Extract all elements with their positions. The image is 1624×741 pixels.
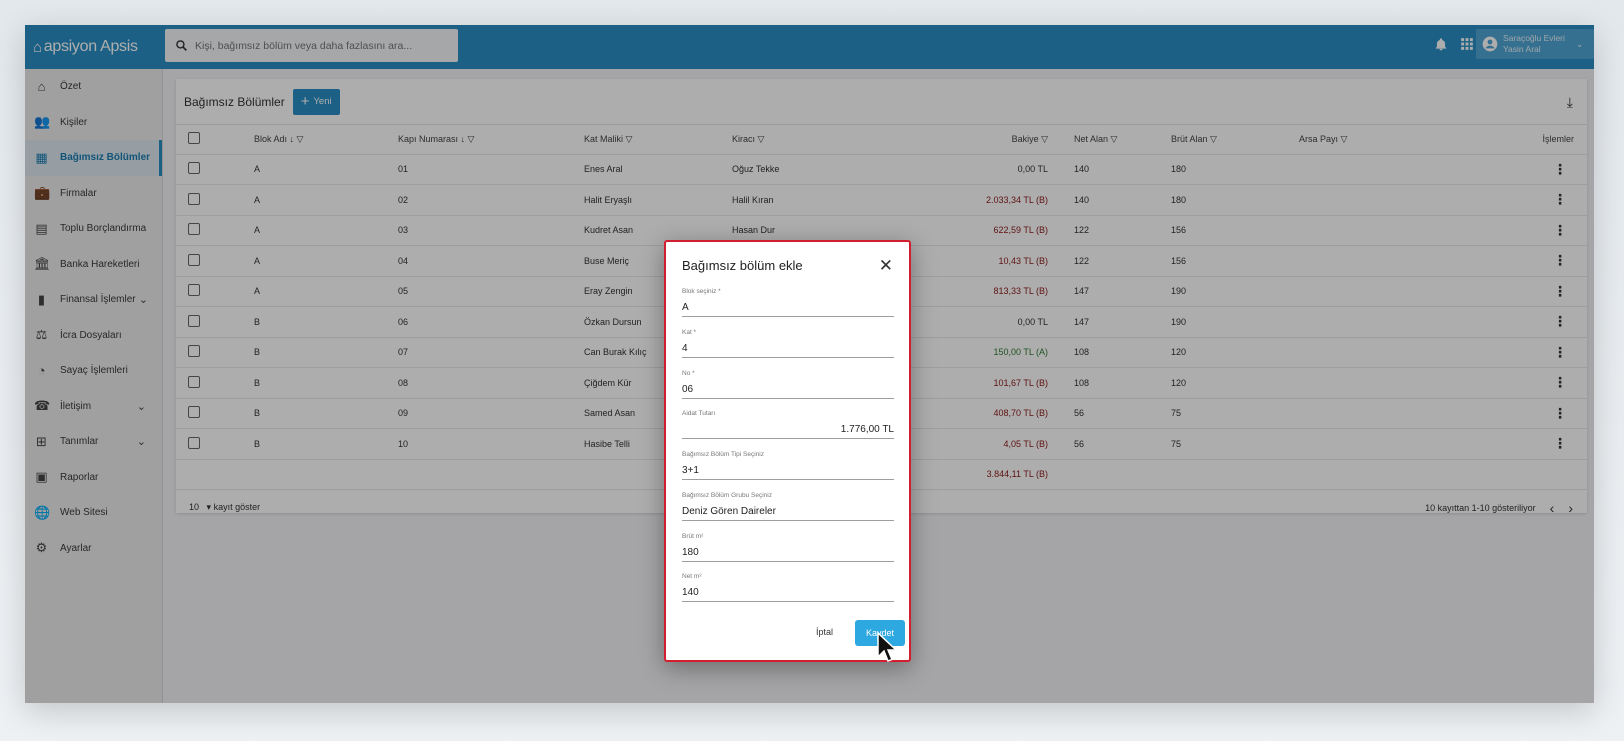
- field-label: Aidat Tutarı: [682, 410, 716, 417]
- add-unit-dialog: Bağımsız bölüm ekle ✕ Blok seçiniz * A Kat…: [664, 240, 911, 662]
- mouse-pointer-icon: [877, 632, 898, 662]
- dialog-field-1[interactable]: Blok seçiniz * A: [682, 288, 894, 317]
- dialog-field-7[interactable]: Brüt m² 180: [682, 533, 894, 562]
- field-value[interactable]: 180: [682, 547, 699, 558]
- field-value[interactable]: 3+1: [682, 465, 699, 476]
- field-label: Blok seçiniz *: [682, 288, 721, 295]
- field-value[interactable]: A: [682, 302, 689, 313]
- dialog-field-4[interactable]: Aidat Tutarı 1.776,00 TL: [682, 410, 894, 439]
- dialog-field-5[interactable]: Bağımsız Bölüm Tipi Seçiniz 3+1: [682, 451, 894, 480]
- dialog-field-2[interactable]: Kat * 4: [682, 329, 894, 358]
- field-label: Bağımsız Bölüm Tipi Seçiniz: [682, 451, 765, 458]
- field-value[interactable]: 06: [682, 384, 693, 395]
- dialog-field-3[interactable]: No * 06: [682, 370, 894, 399]
- dialog-field-6[interactable]: Bağımsız Bölüm Grubu Seçiniz Deniz Gören …: [682, 492, 894, 521]
- field-label: No *: [682, 370, 695, 377]
- field-label: Bağımsız Bölüm Grubu Seçiniz: [682, 492, 772, 499]
- cancel-button[interactable]: İptal: [816, 627, 833, 637]
- dialog-title: Bağımsız bölüm ekle: [682, 258, 803, 273]
- field-label: Brüt m²: [682, 533, 704, 540]
- field-label: Kat *: [682, 329, 697, 336]
- dialog-field-8[interactable]: Net m² 140: [682, 573, 894, 602]
- close-icon[interactable]: ✕: [879, 256, 893, 276]
- field-value[interactable]: 140: [682, 587, 699, 598]
- field-value[interactable]: 1.776,00 TL: [841, 424, 894, 435]
- field-value[interactable]: Deniz Gören Daireler: [682, 506, 776, 517]
- field-value[interactable]: 4: [682, 343, 688, 354]
- field-label: Net m²: [682, 573, 702, 580]
